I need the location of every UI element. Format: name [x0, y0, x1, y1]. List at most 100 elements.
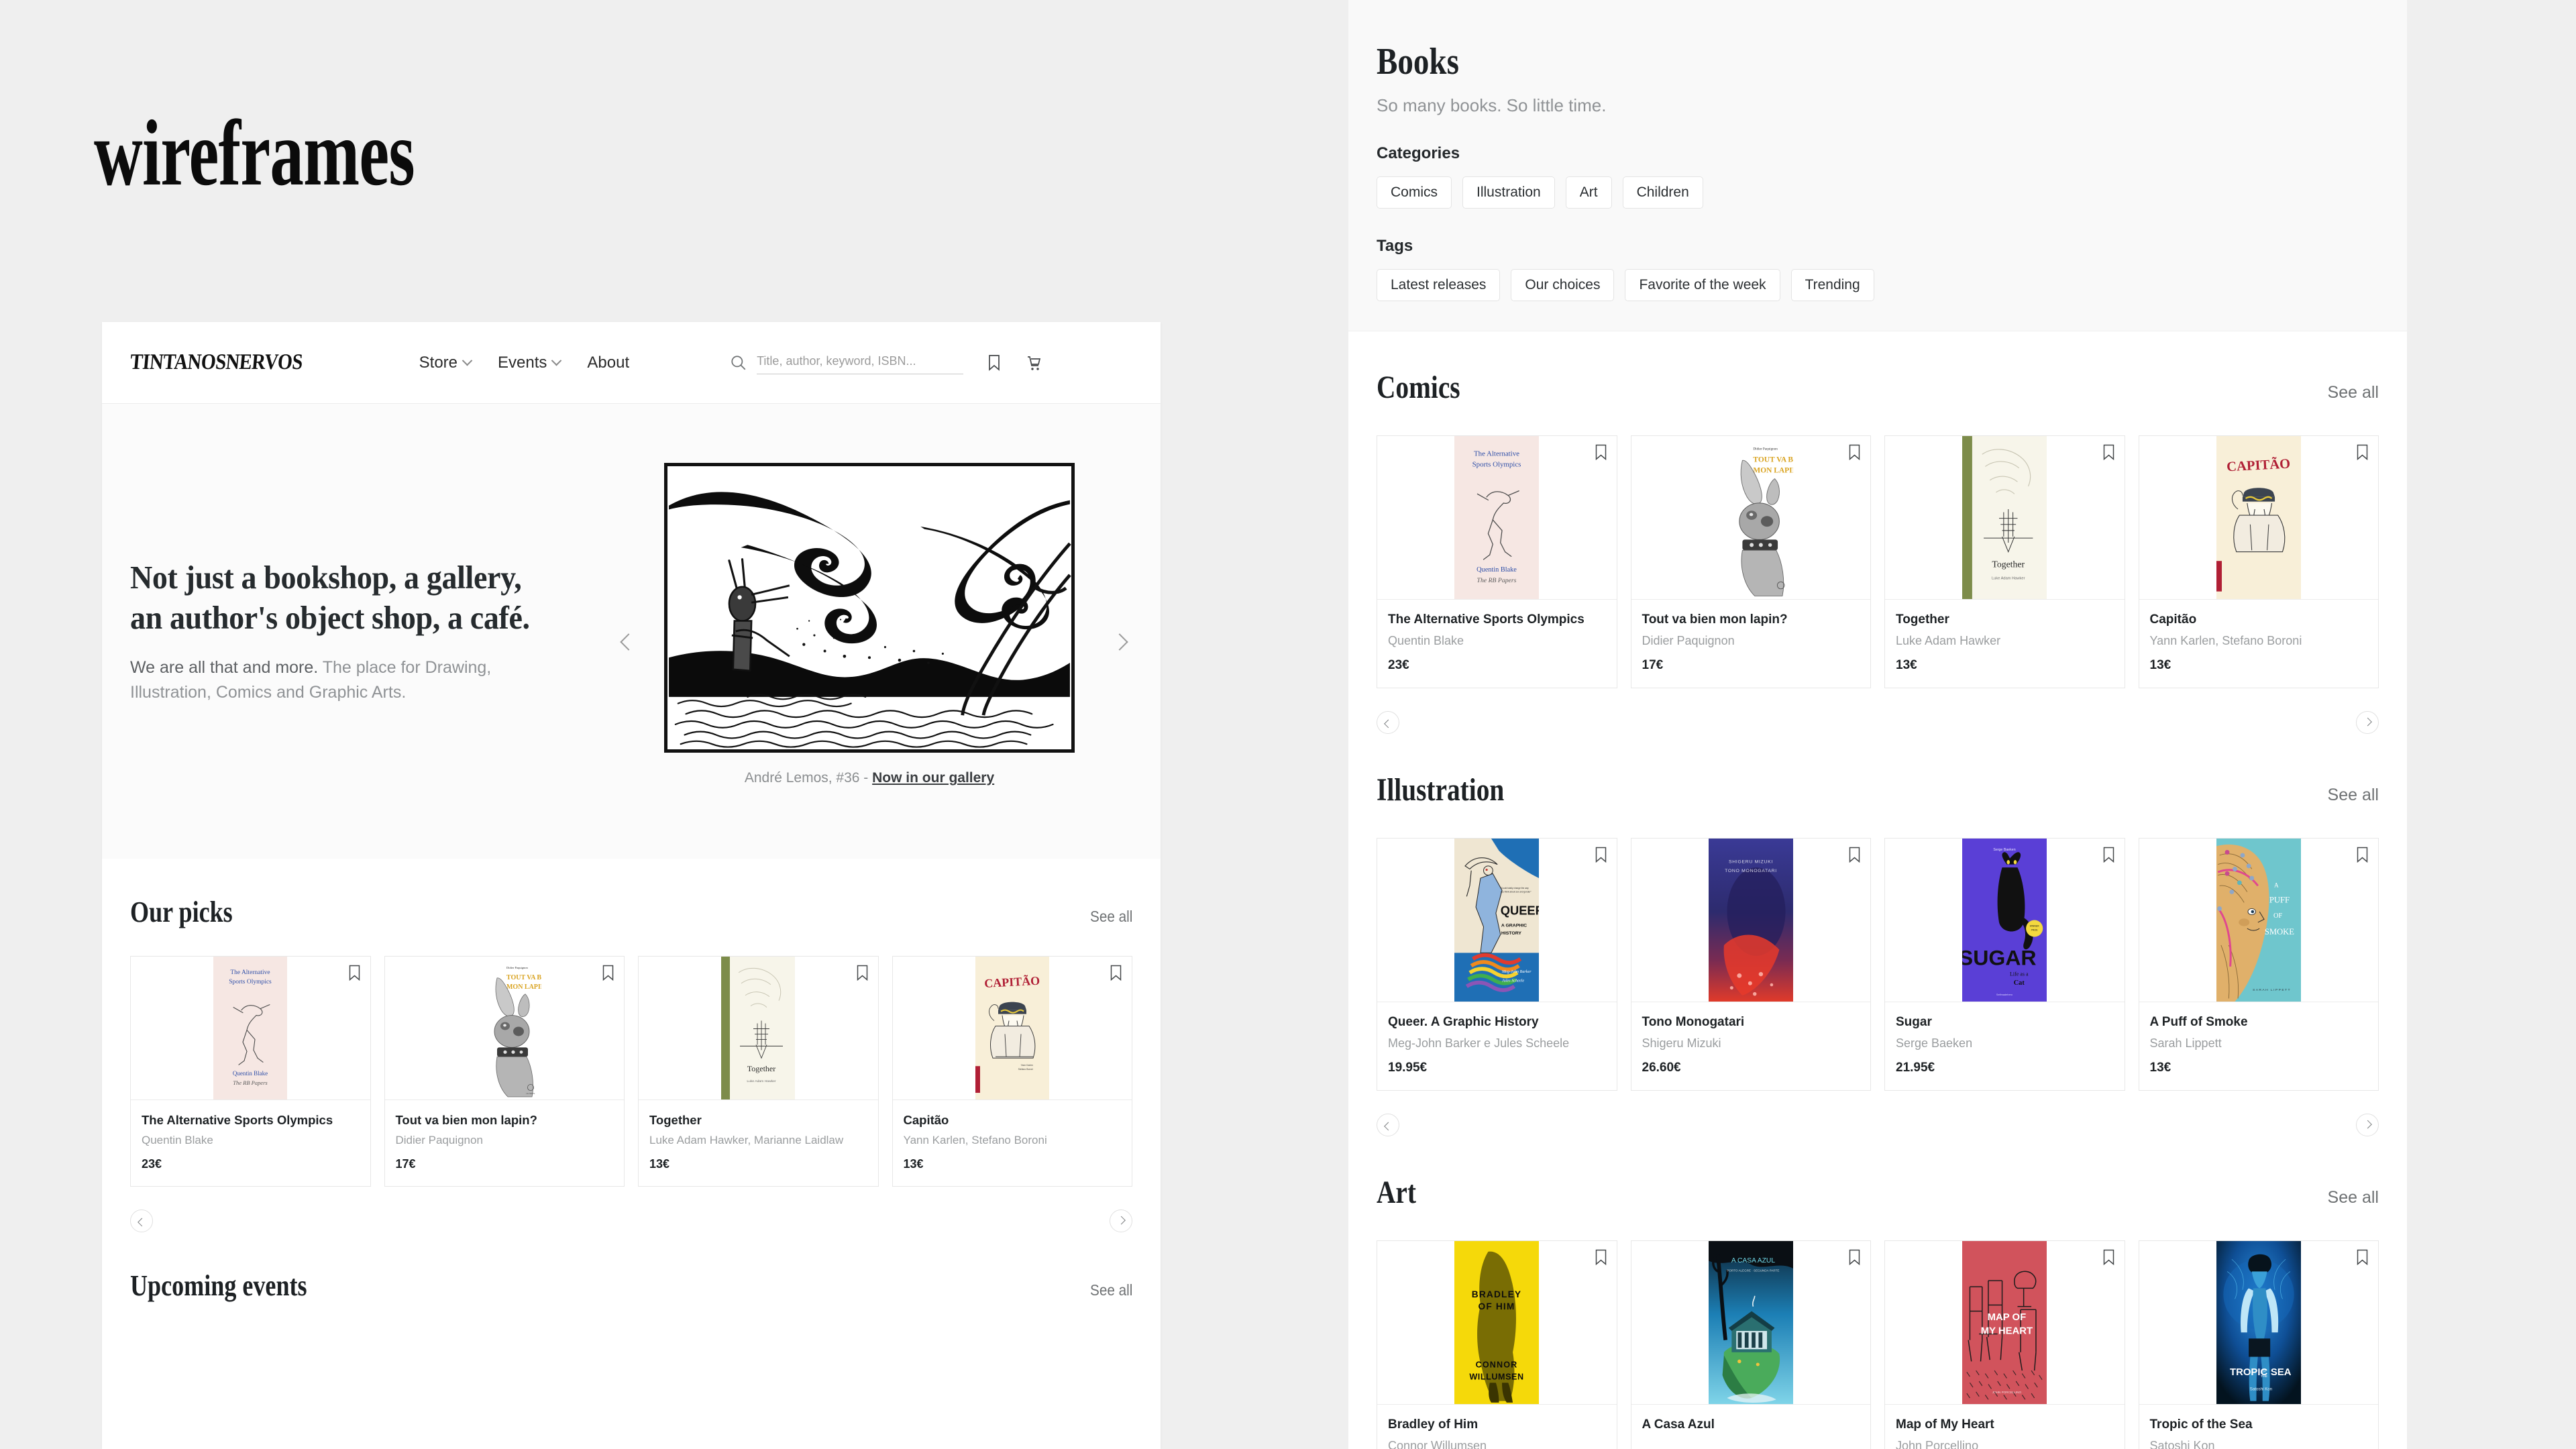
page-title: wireframes	[94, 101, 415, 205]
book-card[interactable]: SHIGERU MIZUKI TONO MONOGATARI Tono Mono…	[1630, 838, 1871, 1091]
bookmark-icon[interactable]	[1110, 965, 1122, 981]
bookmark-icon[interactable]	[1595, 847, 1607, 863]
tag-chip-latest-releases[interactable]: Latest releases	[1377, 269, 1501, 301]
chevron-left-icon	[1383, 719, 1393, 728]
search-area	[730, 351, 964, 374]
comics-see-all[interactable]: See all	[2328, 383, 2379, 402]
cart-icon[interactable]	[1026, 355, 1041, 371]
category-chip-children[interactable]: Children	[1622, 176, 1703, 209]
book-card[interactable]: A PUFF OF SMOKE SARAH LIPPETT A Puff of …	[2138, 838, 2379, 1091]
carousel-prev-button[interactable]	[1377, 711, 1399, 735]
book-author: Luke Adam Hawker	[1896, 633, 2001, 647]
hero-sub-lead: We are all that and more.	[130, 657, 319, 677]
book-meta: Capitão Yann Karlen, Stefano Boroni 13€	[893, 1100, 1132, 1186]
carousel-next-button[interactable]	[2356, 1114, 2379, 1137]
bookmark-icon[interactable]	[348, 965, 361, 981]
book-meta: Bradley of Him Connor Willumsen	[1377, 1405, 1617, 1449]
illustration-title: Illustration	[1377, 772, 1505, 808]
svg-text:The RB Papers: The RB Papers	[1477, 577, 1517, 584]
bookmark-icon[interactable]	[2102, 847, 2115, 863]
chevron-left-icon	[1383, 1122, 1393, 1131]
gallery-link[interactable]: Now in our gallery	[872, 770, 994, 786]
brand-logo[interactable]: TINTANOSNERVOS	[129, 350, 303, 375]
book-card[interactable]: A CASA AZUL PORTO ALEGRE · SEGUNDA PARTE	[1630, 1240, 1871, 1449]
book-card[interactable]: MAP OF MY HEART JOHN PORCELLINO Map of M…	[1884, 1240, 2125, 1449]
search-input[interactable]	[757, 351, 964, 374]
bookmark-icon[interactable]	[1848, 1249, 1861, 1266]
bookmark-icon[interactable]	[2356, 847, 2369, 863]
bookmark-icon[interactable]	[2102, 1249, 2115, 1266]
svg-text:SMOKE: SMOKE	[2265, 927, 2294, 936]
book-card[interactable]: Together Luke Adam Hawker Together Luke …	[638, 956, 879, 1187]
svg-text:BRADLEY: BRADLEY	[1472, 1289, 1521, 1299]
carousel-next-button[interactable]	[1110, 1210, 1132, 1233]
website-mockup-card: TINTANOSNERVOS Store Events About Title,…	[102, 322, 1161, 1449]
book-author: Luke Adam Hawker, Marianne Laidlaw	[649, 1134, 844, 1147]
category-chip-art[interactable]: Art	[1565, 176, 1612, 209]
illustration-carousel-nav	[1348, 1091, 2407, 1137]
book-title: Queer. A Graphic History	[1388, 1015, 1539, 1030]
book-card[interactable]: QUEER A GRAPHIC HISTORY "Could totally c…	[1377, 838, 1617, 1091]
book-card[interactable]: Didier Paquignon TOUT VA BIEN MON LAPIN …	[1630, 435, 1871, 689]
svg-text:you think about sex and gender: you think about sex and gender"	[1501, 891, 1532, 894]
book-card[interactable]: Didier Paquignon TOUT VA BIEN MON LAPIN …	[384, 956, 625, 1187]
search-icon[interactable]	[730, 354, 747, 372]
book-title: A Puff of Smoke	[2149, 1015, 2248, 1030]
book-card[interactable]: Together Luke Adam Hawker Together Luke …	[1884, 435, 2125, 689]
art-book-row: BRADLEY OF HIM CONNOR WILLUMSEN Bradley …	[1377, 1240, 2379, 1449]
bookmark-icon[interactable]	[987, 354, 1001, 372]
our-picks-book-row: The Alternative Sports Olympics The Alte…	[130, 956, 1132, 1187]
carousel-prev-button[interactable]	[130, 1210, 153, 1233]
book-card[interactable]: CAPITÃO Yann Karlen Stefano Boroni Capit…	[892, 956, 1132, 1187]
book-cover-area: SHIGERU MIZUKI TONO MONOGATARI	[1631, 839, 1870, 1003]
bookmark-icon[interactable]	[602, 965, 614, 981]
bookmark-icon[interactable]	[856, 965, 869, 981]
comics-header: Comics See all	[1377, 331, 2379, 435]
bookmark-icon[interactable]	[1848, 847, 1861, 863]
book-author: Didier Paquignon	[1642, 633, 1735, 647]
book-cover-capitao: CAPITÃO	[975, 957, 1049, 1099]
category-chip-comics[interactable]: Comics	[1377, 176, 1452, 209]
bookmark-icon[interactable]	[2356, 444, 2369, 461]
book-card[interactable]: CAPITÃO Capitão Yann Karlen, Stefano Bor…	[2138, 435, 2379, 689]
tag-chip-trending[interactable]: Trending	[1790, 269, 1874, 301]
category-chip-illustration[interactable]: Illustration	[1462, 176, 1555, 209]
illustration-see-all[interactable]: See all	[2328, 786, 2379, 805]
book-card[interactable]: TROPIC OF THE SEA Satoshi Kon Tropic of …	[2138, 1240, 2379, 1449]
svg-text:PRIZE: PRIZE	[2031, 929, 2039, 932]
book-meta: Tout va bien mon lapin? Didier Paquignon…	[385, 1100, 625, 1186]
book-card[interactable]: The Alternative Sports Olympics The Alte…	[130, 956, 371, 1187]
carousel-next-button[interactable]	[2356, 711, 2379, 735]
nav-label: Store	[419, 353, 458, 372]
chevron-down-icon	[551, 355, 562, 366]
book-meta: The Alternative Sports Olympics Quentin …	[131, 1100, 370, 1186]
categories-label: Categories	[1377, 144, 1460, 162]
nav-item-store[interactable]: Store	[419, 353, 473, 372]
art-section: Art See all BRADLEY OF HIM CONNOR WILLUM…	[1348, 1136, 2407, 1449]
our-picks-see-all[interactable]: See all	[1090, 908, 1132, 926]
bookmark-icon[interactable]	[1848, 444, 1861, 461]
bookmark-icon[interactable]	[1595, 1249, 1607, 1266]
svg-text:Together: Together	[747, 1064, 775, 1073]
tag-chip-our-choices[interactable]: Our choices	[1511, 269, 1615, 301]
book-card[interactable]: BRADLEY OF HIM CONNOR WILLUMSEN Bradley …	[1377, 1240, 1617, 1449]
book-card[interactable]: The Alternative Sports Olympics Quentin …	[1377, 435, 1617, 689]
book-cover-bradley-of-him: BRADLEY OF HIM CONNOR WILLUMSEN	[1454, 1241, 1540, 1405]
carousel-prev-button[interactable]	[1377, 1114, 1399, 1137]
hero-subtext: We are all that and more. The place for …	[130, 655, 559, 705]
hero-next-button[interactable]	[1108, 631, 1131, 653]
hero-prev-button[interactable]	[617, 631, 640, 653]
upcoming-events-see-all[interactable]: See all	[1090, 1281, 1132, 1299]
art-see-all[interactable]: See all	[2328, 1188, 2379, 1208]
tag-chip-favorite-of-the-week[interactable]: Favorite of the week	[1625, 269, 1780, 301]
nav-item-events[interactable]: Events	[498, 354, 562, 372]
nav-item-about[interactable]: About	[587, 354, 629, 372]
illustration-header: Illustration See all	[1377, 734, 2379, 838]
bookmark-icon[interactable]	[2102, 444, 2115, 461]
book-cover-tono: SHIGERU MIZUKI TONO MONOGATARI	[1708, 839, 1793, 1002]
book-author: Quentin Blake	[142, 1134, 213, 1147]
svg-text:Satoshi Kon: Satoshi Kon	[2250, 1387, 2273, 1392]
book-card[interactable]: Serge Baeken SUGAR Life as a Cat WINNER …	[1884, 838, 2125, 1091]
bookmark-icon[interactable]	[1595, 444, 1607, 461]
bookmark-icon[interactable]	[2356, 1249, 2369, 1266]
